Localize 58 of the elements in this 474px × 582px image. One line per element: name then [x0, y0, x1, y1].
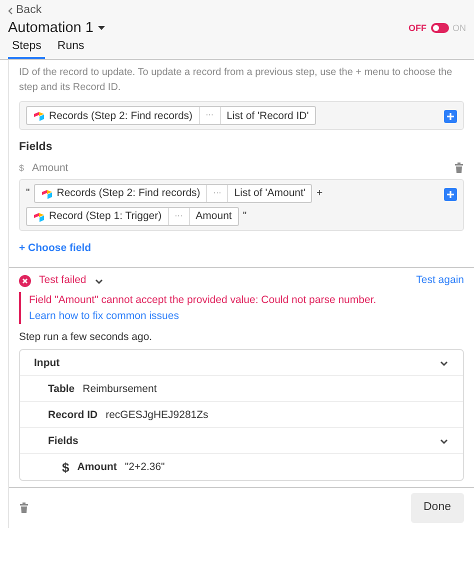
done-button[interactable]: Done [410, 493, 464, 523]
token-source: Records (Step 2: Find records) [27, 107, 200, 124]
token-source: Record (Step 1: Trigger) [27, 208, 169, 226]
row-value: recGESJgHEJ9281Zs [106, 408, 208, 422]
back-link[interactable]: Back [8, 3, 42, 19]
more-button[interactable]: ··· [207, 185, 228, 202]
more-button[interactable]: ··· [200, 107, 221, 124]
chevron-down-icon[interactable] [439, 358, 449, 367]
field-label: Amount [32, 160, 68, 176]
formula-text: " [242, 209, 247, 224]
section-heading: Fields [19, 140, 54, 155]
automation-title: Automation 1 [8, 18, 94, 38]
formula-text: + [316, 186, 323, 201]
formula-box[interactable]: " Records (Step 2: Find records) ··· List of 'Amount' + Record (Step 1: Trigger) ··· Amount " [19, 179, 464, 232]
token-pill[interactable]: Records (Step 2: Find records) ··· List of 'Amount' [34, 184, 312, 204]
tab[interactable]: Steps [8, 38, 46, 59]
choose-field-link[interactable]: + Choose field [19, 242, 92, 254]
app-logo-icon [33, 210, 45, 223]
error-message: Field "Amount" cannot accept the provided value: Could not parse number. [29, 292, 378, 308]
on-label: ON [452, 22, 466, 34]
test-again-link[interactable]: Test again [416, 273, 464, 288]
trash-icon[interactable] [454, 162, 464, 174]
token-pill[interactable]: Record (Step 1: Trigger) ··· Amount [26, 207, 239, 226]
token-value: List of 'Record ID' [226, 108, 310, 124]
help-link[interactable]: Learn how to fix common issues [29, 308, 464, 324]
formula-box[interactable]: Records (Step 2: Find records) ··· List of 'Record ID' [19, 101, 464, 130]
test-status[interactable]: Test failed [39, 273, 86, 288]
trash-icon[interactable] [19, 502, 29, 514]
token-value: Amount [194, 209, 233, 224]
formula-text: " [26, 186, 30, 201]
currency-symbol: $ [19, 162, 24, 174]
off-label: OFF [408, 22, 426, 34]
add-button[interactable] [444, 188, 457, 202]
row-label: Fields [48, 434, 78, 448]
chevron-down-icon[interactable] [94, 276, 104, 284]
toggle-switch[interactable] [430, 23, 448, 34]
field-description: ID of the record to update. To update a record from a previous step, use the + menu to choose the step and its Record ID. [19, 66, 454, 96]
token-pill[interactable]: Records (Step 2: Find records) ··· List of 'Record ID' [26, 106, 316, 126]
token-source: Records (Step 2: Find records) [34, 185, 208, 202]
row-value: Reimbursement [82, 382, 157, 396]
tab[interactable]: Runs [53, 38, 88, 59]
caret-down-icon[interactable] [97, 24, 106, 32]
run-time-text: Step run a few seconds ago. [19, 330, 154, 344]
row-label: Record ID [48, 408, 98, 422]
row-value: "2+2.36" [124, 460, 165, 475]
plus-icon [446, 190, 455, 200]
row-label: Amount [77, 460, 117, 475]
app-logo-icon [33, 110, 45, 122]
panel-title: Input [34, 356, 60, 370]
token-value: List of 'Amount' [233, 186, 306, 202]
app-logo-icon [40, 188, 53, 200]
add-button[interactable] [444, 110, 457, 124]
chevron-left-icon [8, 6, 13, 15]
more-button[interactable]: ··· [168, 208, 190, 226]
chevron-down-icon[interactable] [439, 436, 449, 445]
currency-symbol: $ [62, 458, 70, 476]
plus-icon [446, 112, 455, 122]
row-label: Table [48, 382, 75, 396]
